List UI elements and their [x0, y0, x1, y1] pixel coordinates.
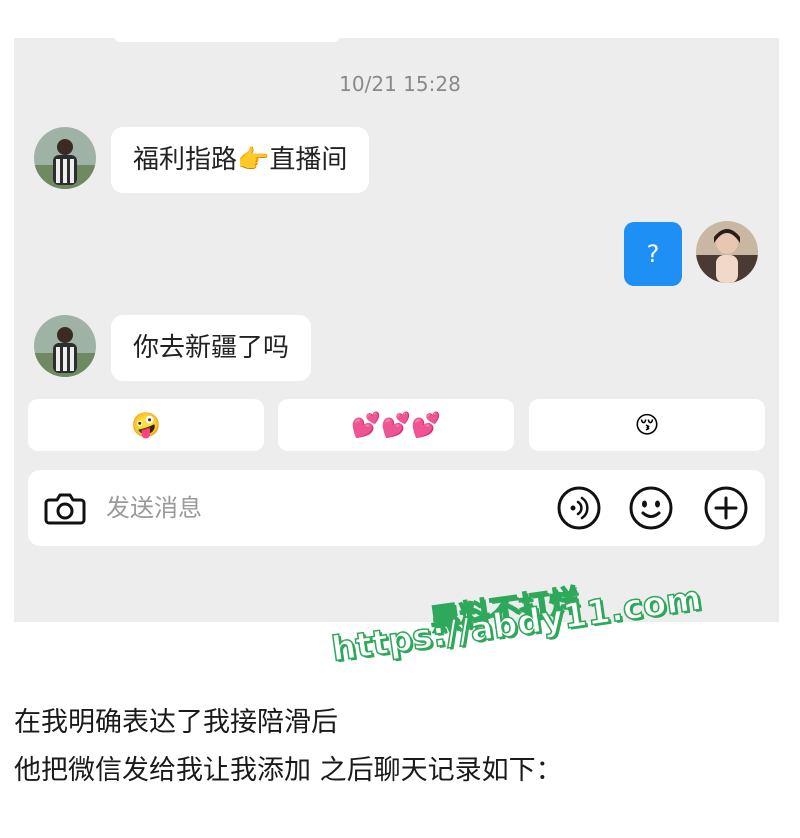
message-composer: 发送消息 [28, 470, 765, 546]
caption-line-1: 在我明确表达了我接陪滑后 [14, 707, 338, 738]
message-bubble-received[interactable]: 福利指路👉直播间 [111, 127, 370, 193]
message-bubble-sent[interactable]: ? [624, 222, 682, 286]
quick-reply-button[interactable]: 😚 [529, 399, 765, 451]
quick-reply-button[interactable]: 🤪 [28, 399, 264, 451]
caption-line-2: 他把微信发给我让我添加 之后聊天记录如下： [14, 755, 563, 786]
user-avatar[interactable] [696, 221, 758, 283]
contact-avatar[interactable] [34, 127, 96, 189]
plus-icon[interactable] [703, 485, 749, 531]
quick-reply-button[interactable]: 💕💕💕 [278, 399, 514, 451]
message-timestamp: 10/21 15:28 [339, 72, 461, 96]
message-bubble-received[interactable]: 你去新疆了吗 [111, 315, 312, 381]
quick-reply-row: 🤪 💕💕💕 😚 [28, 399, 765, 451]
message-input[interactable]: 发送消息 [106, 470, 202, 546]
contact-avatar[interactable] [34, 315, 96, 377]
emoji-icon[interactable] [628, 485, 674, 531]
voice-icon[interactable] [556, 485, 602, 531]
camera-icon[interactable] [42, 485, 88, 531]
previous-bubble-fragment [114, 36, 340, 42]
